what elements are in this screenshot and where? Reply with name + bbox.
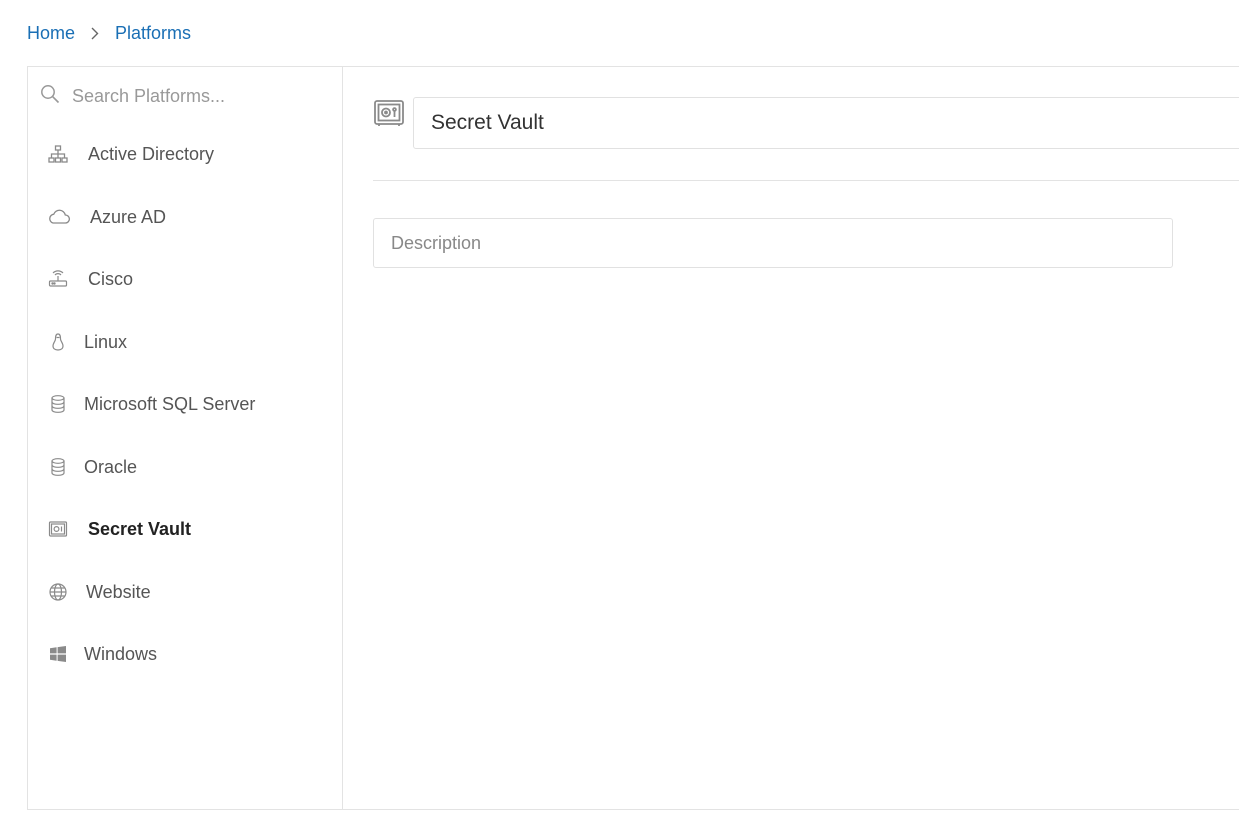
sidebar-item-linux[interactable]: Linux [47,324,327,360]
platforms-panel: Active Directory Azure AD Cisco [27,66,1239,810]
sidebar-item-windows[interactable]: Windows [47,636,327,672]
sidebar-item-azure-ad[interactable]: Azure AD [47,199,327,235]
breadcrumb-home-link[interactable]: Home [27,23,75,44]
globe-icon [47,581,69,603]
sidebar-item-label: Linux [84,331,128,352]
vault-icon [47,518,69,540]
platform-name-input[interactable] [413,97,1239,149]
divider [373,180,1239,181]
sidebar-item-oracle[interactable]: Oracle [47,449,327,485]
sidebar-item-label: Microsoft SQL Server [84,393,256,414]
sidebar-item-label: Secret Vault [88,518,192,539]
sidebar-item-label: Cisco [88,268,134,289]
windows-icon [47,643,69,665]
search-bar [40,81,330,111]
sidebar-item-secret-vault[interactable]: Secret Vault [47,511,327,547]
sidebar: Active Directory Azure AD Cisco [28,67,343,809]
description-input[interactable] [373,218,1173,268]
chevron-right-icon [91,26,101,40]
title-row [373,97,405,129]
search-input[interactable] [70,84,324,108]
sidebar-item-active-directory[interactable]: Active Directory [47,136,327,172]
sidebar-item-website[interactable]: Website [47,574,327,610]
sitemap-icon [47,143,69,165]
sidebar-item-label: Oracle [84,456,138,477]
router-icon [47,268,69,290]
database-icon [47,456,69,478]
sidebar-item-microsoft-sql-server[interactable]: Microsoft SQL Server [47,386,327,422]
linux-penguin-icon [47,331,69,353]
breadcrumb-platforms-link[interactable]: Platforms [115,23,191,44]
breadcrumb: Home Platforms [27,20,191,46]
search-icon [40,84,60,109]
sidebar-item-label: Website [86,581,151,602]
sidebar-item-label: Active Directory [88,143,215,164]
sidebar-item-cisco[interactable]: Cisco [47,261,327,297]
vault-icon [373,97,405,129]
platform-editor [343,67,1239,809]
cloud-icon [47,206,71,228]
sidebar-item-label: Azure AD [90,206,167,227]
sidebar-item-label: Windows [84,643,158,664]
database-icon [47,393,69,415]
